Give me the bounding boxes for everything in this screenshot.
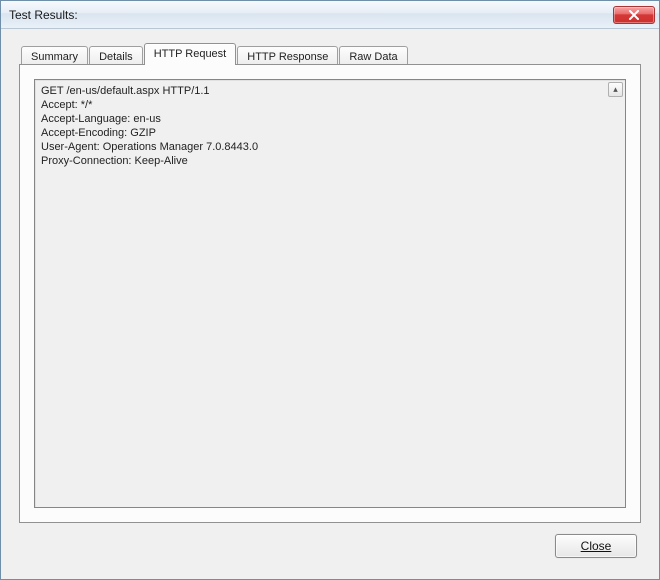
window-close-button[interactable] — [613, 6, 655, 24]
window-title: Test Results: — [9, 8, 613, 22]
titlebar: Test Results: — [1, 1, 659, 29]
client-area: Summary Details HTTP Request HTTP Respon… — [1, 29, 659, 579]
tab-content: GET /en-us/default.aspx HTTP/1.1 Accept:… — [19, 64, 641, 523]
scroll-up-button[interactable]: ▴ — [608, 82, 623, 97]
close-button[interactable]: Close — [555, 534, 637, 558]
tab-http-request[interactable]: HTTP Request — [144, 43, 237, 65]
tab-summary[interactable]: Summary — [21, 46, 88, 66]
window: Test Results: Summary Details HTTP Reque… — [0, 0, 660, 580]
footer: Close — [19, 523, 641, 569]
http-request-pane[interactable]: GET /en-us/default.aspx HTTP/1.1 Accept:… — [34, 79, 626, 508]
tab-details[interactable]: Details — [89, 46, 143, 66]
tab-http-response[interactable]: HTTP Response — [237, 46, 338, 66]
chevron-up-icon: ▴ — [613, 84, 618, 95]
close-icon — [628, 10, 640, 20]
tab-raw-data[interactable]: Raw Data — [339, 46, 407, 66]
tab-strip: Summary Details HTTP Request HTTP Respon… — [19, 43, 641, 65]
http-request-text: GET /en-us/default.aspx HTTP/1.1 Accept:… — [35, 80, 625, 507]
